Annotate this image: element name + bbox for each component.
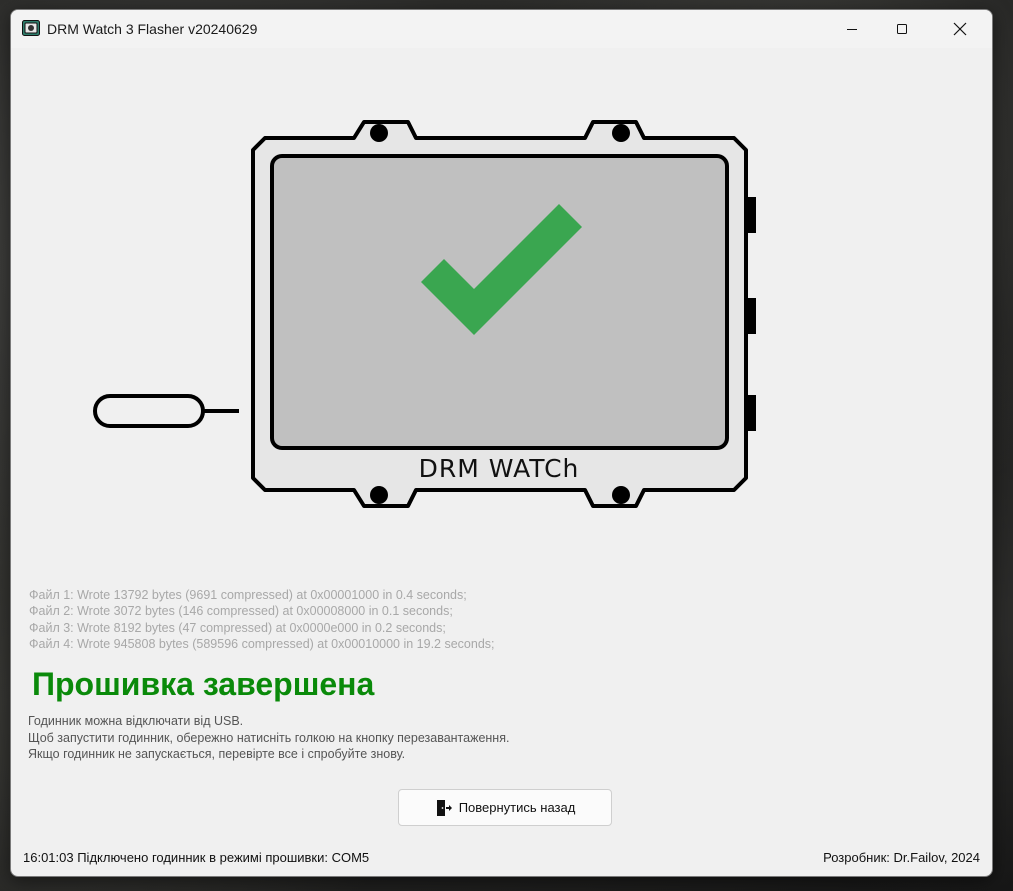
result-title: Прошивка завершена (32, 666, 375, 702)
app-window: DRM Watch 3 Flasher v20240629 DRM WATCh … (10, 9, 993, 877)
exit-door-icon (436, 799, 452, 816)
instruction-line: Годинник можна відключати від USB. (28, 714, 244, 728)
result-instructions: Годинник можна відключати від USB. Щоб з… (28, 713, 509, 763)
log-line: Файл 3: Wrote 8192 bytes (47 compressed)… (29, 620, 446, 635)
instruction-line: Якщо годинник не запускається, перевірте… (28, 747, 406, 761)
log-line: Файл 1: Wrote 13792 bytes (9691 compress… (29, 588, 467, 602)
back-button[interactable]: Повернутись назад (398, 789, 612, 826)
flash-log: Файл 1: Wrote 13792 bytes (9691 compress… (29, 587, 495, 652)
log-line: Файл 4: Wrote 945808 bytes (589596 compr… (29, 636, 495, 651)
back-button-label: Повернутись назад (458, 800, 576, 815)
device-label: DRM WATCh (419, 454, 580, 483)
instruction-line: Щоб запустити годинник, обережно натисні… (28, 730, 510, 745)
status-connection: 16:01:03 Підключено годинник в режимі пр… (23, 850, 370, 865)
reset-pin-icon (93, 394, 239, 428)
status-author: Розробник: Dr.Failov, 2024 (823, 850, 980, 865)
log-line: Файл 2: Wrote 3072 bytes (146 compressed… (29, 604, 453, 619)
